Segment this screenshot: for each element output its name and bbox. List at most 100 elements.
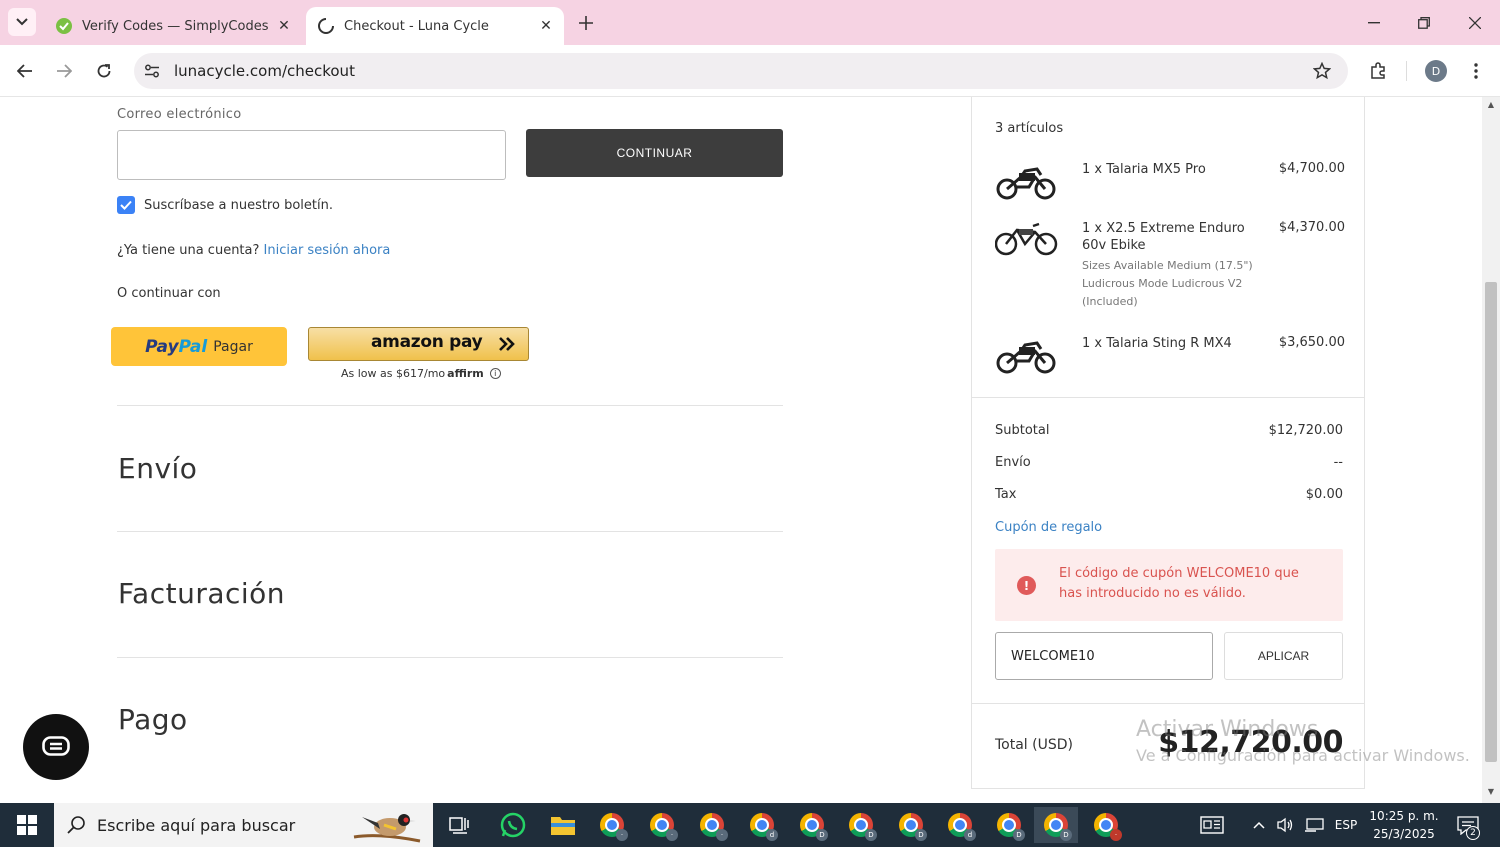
network-icon <box>1305 818 1324 832</box>
clock-date: 25/3/2025 <box>1373 827 1435 841</box>
section-billing[interactable]: Facturación <box>118 577 285 610</box>
divider <box>117 405 783 406</box>
tab-search-button[interactable] <box>8 8 36 36</box>
coupon-input[interactable]: WELCOME10 <box>995 632 1213 680</box>
taskbar-chrome[interactable]: · <box>690 807 734 843</box>
toolbar-separator <box>1406 61 1407 81</box>
newsletter-label: Suscríbase a nuestro boletín. <box>144 197 333 213</box>
taskbar-chrome[interactable]: d <box>938 807 982 843</box>
paypal-logo: PayPal <box>145 336 208 357</box>
taskbar-search[interactable]: Escribe aquí para buscar <box>54 803 433 847</box>
order-summary: 3 artículos 1 x Talaria MX5 Pro $4,700.0… <box>971 97 1365 789</box>
bookmark-star-icon[interactable] <box>1310 59 1334 83</box>
chevron-up-icon <box>1253 821 1265 829</box>
forward-button[interactable] <box>50 57 78 85</box>
item-option: (Included) <box>1082 295 1138 308</box>
start-button[interactable] <box>0 803 54 847</box>
newsletter-checkbox[interactable] <box>117 196 135 214</box>
task-view-button[interactable] <box>437 807 481 843</box>
network-button[interactable] <box>1302 803 1326 847</box>
new-tab-button[interactable] <box>574 11 598 35</box>
page-scrollbar[interactable]: ▲ ▼ <box>1482 97 1500 803</box>
notifications-button[interactable]: 2 <box>1450 803 1486 847</box>
amazon-pay-button[interactable]: amazon pay <box>308 327 529 361</box>
search-icon <box>67 816 85 834</box>
chrome-icon: D <box>997 813 1025 841</box>
paypal-button[interactable]: PayPal Pagar <box>111 327 287 366</box>
profile-button[interactable]: D <box>1422 57 1450 85</box>
tax-value: $0.00 <box>1305 487 1343 502</box>
system-clock[interactable]: 10:25 p. m. 25/3/2025 <box>1368 807 1440 843</box>
language-indicator[interactable]: ESP <box>1332 803 1360 847</box>
search-placeholder: Escribe aquí para buscar <box>97 816 296 835</box>
newsletter-option[interactable]: Suscríbase a nuestro boletín. <box>117 196 333 214</box>
continue-button[interactable]: CONTINUAR <box>526 129 783 177</box>
items-count: 3 artículos <box>995 121 1064 136</box>
news-widget-button[interactable] <box>1196 803 1228 847</box>
address-bar[interactable]: lunacycle.com/checkout <box>134 53 1348 89</box>
browser-menu-button[interactable] <box>1462 57 1490 85</box>
reload-icon <box>97 64 111 78</box>
chevron-down-icon <box>16 18 28 26</box>
reload-button[interactable] <box>90 57 118 85</box>
divider <box>117 657 783 658</box>
avatar: D <box>1425 60 1447 82</box>
ebike-icon <box>995 222 1058 256</box>
scroll-up-icon[interactable]: ▲ <box>1486 100 1496 109</box>
chrome-icon: D <box>899 813 927 841</box>
taskbar-chrome[interactable]: · <box>590 807 634 843</box>
scrollbar-thumb[interactable] <box>1485 282 1497 762</box>
item-price: $4,370.00 <box>1278 220 1345 235</box>
minimize-button[interactable] <box>1359 8 1389 38</box>
close-window-button[interactable] <box>1460 8 1490 38</box>
chrome-icon: · <box>1094 813 1122 841</box>
apply-coupon-button[interactable]: APLICAR <box>1224 632 1343 680</box>
taskbar-chrome[interactable]: · <box>1084 807 1128 843</box>
taskbar-chrome[interactable]: D <box>889 807 933 843</box>
taskbar-chrome[interactable]: · <box>640 807 684 843</box>
chrome-icon: D <box>849 813 877 841</box>
taskbar-chrome[interactable]: d <box>740 807 784 843</box>
site-settings-icon[interactable] <box>140 59 164 83</box>
windows-activation-watermark: Activar Windows Ve a Configuración para … <box>1136 717 1470 769</box>
chat-widget-button[interactable] <box>23 714 89 780</box>
account-prompt: ¿Ya tiene una cuenta? Iniciar sesión aho… <box>117 243 390 258</box>
taskbar-chrome-active[interactable]: D <box>1034 807 1078 843</box>
login-link[interactable]: Iniciar sesión ahora <box>264 243 391 258</box>
error-message: El código de cupón WELCOME10 que has int… <box>1059 566 1299 601</box>
divider <box>117 531 783 532</box>
amazon-pay-logo: amazon pay <box>371 332 483 352</box>
divider <box>972 397 1364 398</box>
taskbar-whatsapp[interactable] <box>491 807 535 843</box>
info-icon[interactable]: i <box>489 368 501 379</box>
gift-coupon-link[interactable]: Cupón de regalo <box>995 520 1102 535</box>
back-button[interactable] <box>11 57 39 85</box>
tab-checkout[interactable]: Checkout - Luna Cycle ✕ <box>306 7 564 45</box>
close-tab-icon[interactable]: ✕ <box>536 16 556 36</box>
taskbar-chrome[interactable]: D <box>987 807 1031 843</box>
section-payment[interactable]: Pago <box>118 703 188 736</box>
email-field[interactable] <box>117 130 506 180</box>
taskbar-chrome[interactable]: D <box>790 807 834 843</box>
tax-label: Tax <box>995 487 1017 502</box>
extensions-button[interactable] <box>1364 57 1392 85</box>
item-price: $3,650.00 <box>1278 335 1345 350</box>
volume-button[interactable] <box>1274 803 1296 847</box>
checkmark-icon <box>120 200 132 210</box>
restore-icon <box>1418 17 1430 29</box>
speaker-icon <box>1277 817 1293 833</box>
taskbar-chrome[interactable]: D <box>839 807 883 843</box>
restore-button[interactable] <box>1409 8 1439 38</box>
close-tab-icon[interactable]: ✕ <box>274 16 294 36</box>
show-hidden-icons-button[interactable] <box>1250 803 1268 847</box>
taskbar-file-explorer[interactable] <box>541 807 585 843</box>
arrow-right-icon <box>57 64 72 78</box>
shipping-label: Envío <box>995 455 1031 470</box>
coupon-error-alert: ! El código de cupón WELCOME10 que has i… <box>995 549 1343 621</box>
section-shipping[interactable]: Envío <box>118 452 197 485</box>
tab-simplycodes[interactable]: Verify Codes — SimplyCodes ✕ <box>44 7 302 45</box>
error-info-icon: ! <box>1017 576 1036 595</box>
total-label: Total (USD) <box>995 737 1073 753</box>
scroll-down-icon[interactable]: ▼ <box>1486 787 1496 796</box>
item-option: Ludicrous Mode Ludicrous V2 <box>1082 277 1243 290</box>
